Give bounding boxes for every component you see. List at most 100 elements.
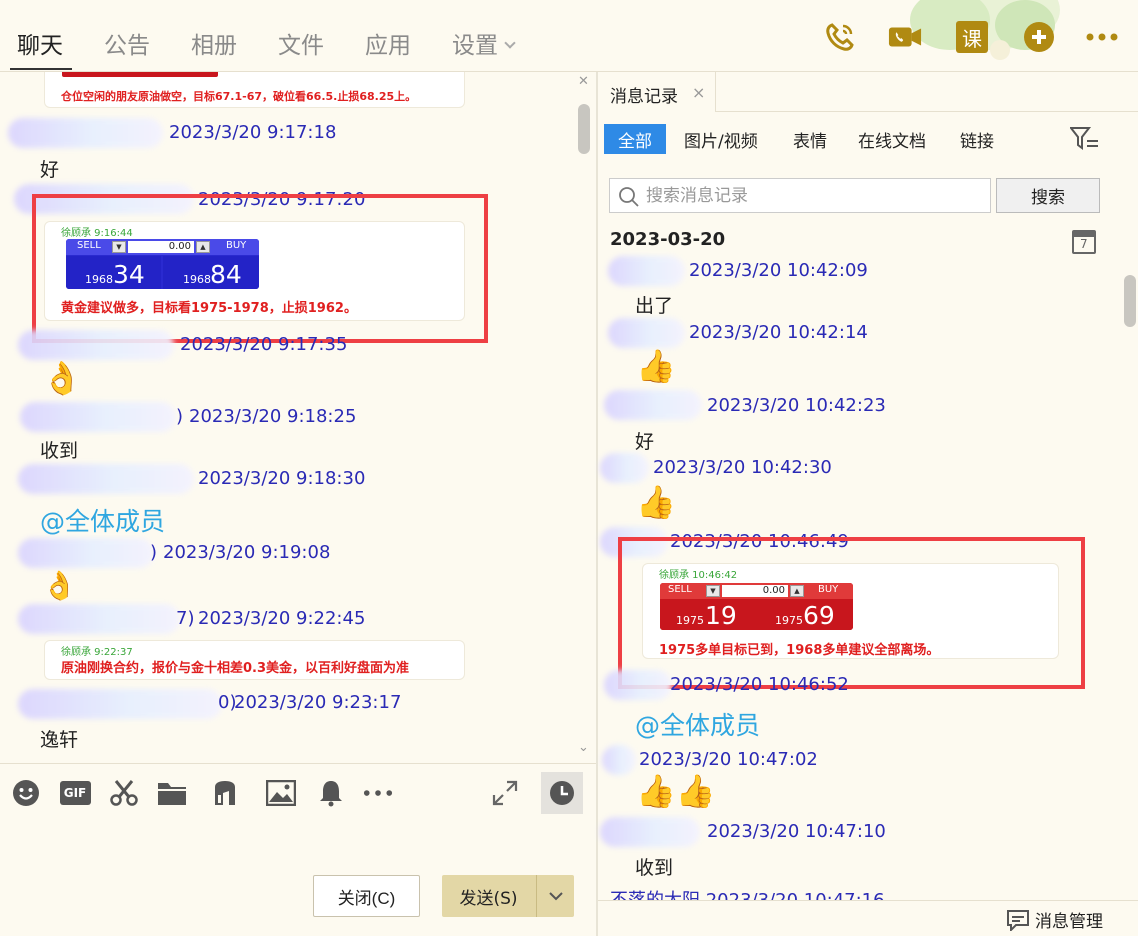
- sender-name-blurred: [18, 464, 194, 494]
- history-scrollbar[interactable]: [1124, 275, 1136, 327]
- bell-icon[interactable]: [316, 778, 346, 808]
- message-timestamp: 2023/3/20 10:46:52: [670, 674, 849, 695]
- message-text: 逸轩: [40, 729, 79, 751]
- send-button[interactable]: 发送(S): [442, 875, 535, 917]
- more-icon[interactable]: [363, 778, 393, 808]
- sender-name-blurred: [602, 745, 636, 775]
- message-timestamp: 2023/3/20 9:18:30: [198, 468, 366, 489]
- message-manage-label: 消息管理: [1035, 912, 1103, 932]
- sender-name-blurred: [18, 604, 180, 634]
- message-card-text: 仓位空闲的朋友原油做空，目标67.1-67，破位看66.5.止损68.25上。: [61, 90, 417, 103]
- send-button-group: 发送(S): [442, 875, 574, 917]
- mention-all[interactable]: @全体成员: [40, 502, 165, 538]
- message-timestamp: 2023/3/20 9:18:25: [189, 406, 357, 427]
- timestamp-prefix: 7): [176, 608, 195, 629]
- send-options-chevron-icon[interactable]: [536, 875, 574, 917]
- gif-label: GIF: [59, 781, 91, 805]
- message-timestamp: 2023/3/20 9:23:17: [234, 692, 402, 713]
- sender-name-blurred: [604, 670, 672, 700]
- ok-hand-emoji: 👌: [42, 359, 82, 397]
- card-sender-time: 徐顾承 9:22:37: [61, 647, 133, 658]
- message-timestamp: 2023/3/20 10:42:14: [689, 322, 868, 343]
- search-button[interactable]: 搜索: [996, 178, 1100, 213]
- scissors-icon[interactable]: [109, 778, 139, 808]
- calendar-icon[interactable]: 7: [1072, 230, 1096, 254]
- chat-scrollbar[interactable]: [578, 104, 590, 154]
- thumbs-up-emoji: 👍: [636, 347, 676, 385]
- sender-name-blurred: [18, 689, 222, 719]
- timestamp-prefix: ): [150, 542, 158, 563]
- course-label: 课: [956, 21, 988, 53]
- sender-name-blurred: [20, 402, 176, 432]
- date-header: 2023-03-20: [610, 229, 726, 250]
- collapse-up-icon[interactable]: ✕: [578, 74, 589, 89]
- filter-docs[interactable]: 在线文档: [858, 124, 926, 154]
- filter-all[interactable]: 全部: [604, 124, 666, 154]
- filter-icon[interactable]: [1068, 126, 1100, 156]
- message-timestamp: 2023/3/20 9:17:35: [180, 334, 348, 355]
- sender-name-blurred: [608, 318, 685, 348]
- chat-bubble-icon: [1007, 909, 1029, 931]
- message-history-panel: 消息记录 × 全部 图片/视频 表情 在线文档 链接 搜索 2023-03-20…: [598, 72, 1138, 936]
- more-icon[interactable]: [1085, 20, 1119, 54]
- tab-chat[interactable]: 聊天: [17, 26, 63, 60]
- history-tab-label: 消息记录: [610, 87, 678, 107]
- sender-name-blurred: [608, 256, 685, 286]
- highlight-box: [618, 537, 1085, 689]
- add-circle-icon[interactable]: [1022, 20, 1056, 54]
- tab-divider: [716, 111, 1138, 112]
- thumbs-up-emoji: 👍👍: [636, 772, 716, 810]
- message-text: 好: [635, 431, 655, 453]
- top-bar: 聊天 公告 相册 文件 应用 设置 课: [0, 0, 1138, 72]
- chat-message-list[interactable]: 仓位空闲的朋友原油做空，目标67.1-67，破位看66.5.止损68.25上。 …: [0, 72, 596, 762]
- sender-name-blurred: [18, 538, 154, 568]
- emoji-icon[interactable]: [11, 778, 41, 808]
- collapse-down-icon[interactable]: ⌄: [578, 740, 589, 755]
- search-icon: [619, 187, 639, 207]
- filter-stickers[interactable]: 表情: [793, 124, 827, 154]
- filter-links[interactable]: 链接: [960, 124, 994, 154]
- message-text: 出了: [635, 295, 674, 317]
- course-icon[interactable]: 课: [955, 20, 989, 54]
- message-timestamp: 2023/3/20 10:42:23: [707, 395, 886, 416]
- folder-icon[interactable]: [157, 778, 187, 808]
- sender-name-blurred: [600, 817, 700, 847]
- history-clock-icon[interactable]: [541, 772, 583, 814]
- filter-media[interactable]: 图片/视频: [684, 124, 758, 154]
- tab-apps[interactable]: 应用: [365, 26, 411, 60]
- message-card-text: 原油刚换合约，报价与金十相差0.3美金，以百利好盘面为准: [61, 661, 410, 676]
- search-input[interactable]: [646, 183, 976, 209]
- message-timestamp: 2023/3/20 9:17:18: [169, 122, 337, 143]
- message-manage-button[interactable]: 消息管理: [1006, 907, 1103, 932]
- message-text: 好: [40, 159, 60, 181]
- calendar-day: 7: [1080, 237, 1088, 251]
- tab-settings[interactable]: 设置: [452, 26, 516, 60]
- close-button[interactable]: 关闭(C): [313, 875, 420, 917]
- music-icon[interactable]: [210, 778, 240, 808]
- expand-icon[interactable]: [490, 778, 520, 808]
- message-timestamp: 2023/3/20 9:19:08: [163, 542, 331, 563]
- chevron-down-icon: [504, 37, 516, 49]
- phone-icon[interactable]: [823, 20, 857, 54]
- sender-name-blurred: [600, 453, 649, 483]
- mention-all[interactable]: @全体成员: [635, 706, 760, 742]
- message-text: 收到: [635, 857, 674, 879]
- message-timestamp: 2023/3/20 10:42:09: [689, 260, 868, 281]
- message-text: 收到: [40, 440, 79, 462]
- tab-settings-label: 设置: [452, 33, 498, 59]
- gif-icon[interactable]: GIF: [58, 778, 92, 808]
- message-timestamp: 2023/3/20 10:42:30: [653, 457, 832, 478]
- video-icon[interactable]: [888, 20, 922, 54]
- image-icon[interactable]: [266, 778, 296, 808]
- history-footer: 消息管理: [598, 900, 1138, 936]
- close-icon[interactable]: ×: [692, 83, 705, 102]
- ok-hand-emoji: 👌: [42, 569, 77, 602]
- tab-album[interactable]: 相册: [191, 26, 237, 60]
- sender-name-blurred: [604, 390, 702, 420]
- history-tab[interactable]: 消息记录 ×: [598, 72, 716, 112]
- active-tab-indicator: [10, 68, 72, 70]
- message-card: 徐顾承 9:22:37 原油刚换合约，报价与金十相差0.3美金，以百利好盘面为准: [44, 640, 465, 680]
- tab-announcement[interactable]: 公告: [104, 26, 150, 60]
- tab-files[interactable]: 文件: [278, 26, 324, 60]
- history-search-box: [609, 178, 991, 213]
